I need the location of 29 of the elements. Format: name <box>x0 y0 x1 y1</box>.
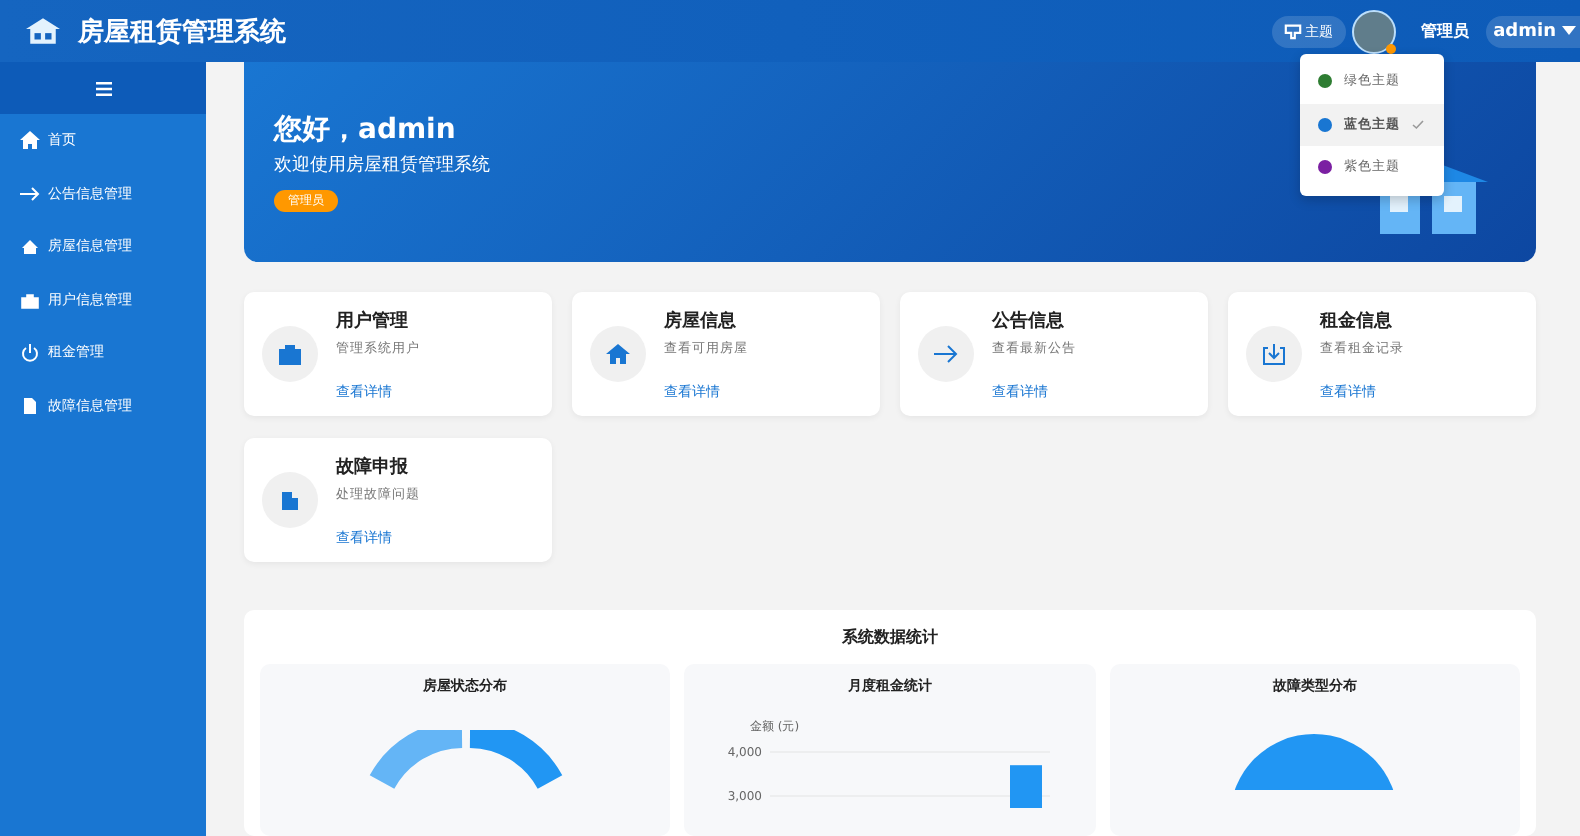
card-title: 用户管理 <box>336 308 408 334</box>
avatar[interactable] <box>1351 9 1396 53</box>
user-role: 管理员 <box>1421 20 1470 42</box>
sidebar-icon <box>20 130 40 151</box>
card-icon <box>278 488 302 512</box>
card-title: 租金信息 <box>1320 309 1392 334</box>
card-icon <box>606 342 630 366</box>
greeting: 您好，admin <box>274 112 456 148</box>
card-icon <box>934 342 958 366</box>
house-logo-icon <box>26 18 60 44</box>
sidebar-icon <box>20 395 40 416</box>
card-title: 房屋信息 <box>664 308 736 334</box>
sidebar-icon <box>20 342 40 363</box>
sidebar-icon <box>20 289 40 310</box>
card-icon <box>278 342 302 366</box>
welcome-text: 欢迎使用房屋租赁管理系统 <box>274 153 490 178</box>
checkmark-icon <box>1412 119 1424 130</box>
app-title: 房屋租赁管理系统 <box>78 15 286 49</box>
bar <box>1009 765 1042 808</box>
sidebar-icon <box>20 183 40 204</box>
sidebar-icon <box>20 236 40 257</box>
status-dot <box>1385 43 1396 53</box>
card-icon <box>1262 342 1286 366</box>
menu-icon[interactable] <box>95 81 111 95</box>
section-title: 系统数据统计 <box>840 626 940 648</box>
card-title: 故障申报 <box>336 454 408 480</box>
caret-icon <box>1562 26 1576 36</box>
card-title: 公告信息 <box>992 308 1064 334</box>
user-menu-button[interactable]: admin <box>1485 15 1580 47</box>
